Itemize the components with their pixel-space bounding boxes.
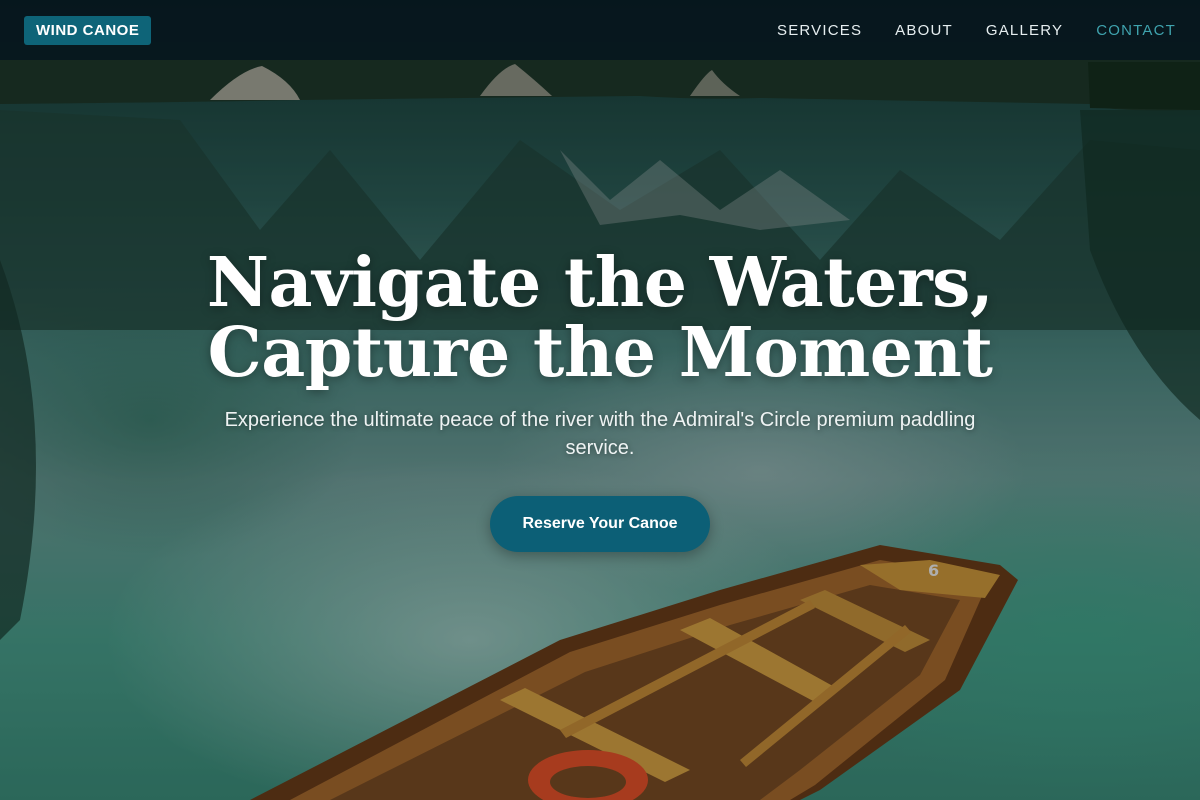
- hero-section: 6 Navigate the Waters, Capture the Momen…: [0, 0, 1200, 800]
- nav-item-contact[interactable]: CONTACT: [1096, 22, 1176, 39]
- hero-title-line-1: Navigate the Waters,: [206, 243, 994, 323]
- nav-item-gallery[interactable]: GALLERY: [986, 22, 1063, 39]
- brand-logo[interactable]: WIND CANOE: [24, 15, 152, 45]
- nav-item-about[interactable]: ABOUT: [895, 22, 953, 39]
- top-navbar: WIND CANOE SERVICES ABOUT GALLERY CONTAC…: [0, 0, 1200, 60]
- hero-subtitle: Experience the ultimate peace of the riv…: [224, 409, 976, 459]
- nav-links: SERVICES ABOUT GALLERY CONTACT: [777, 22, 1176, 39]
- hero-title-line-2: Capture the Moment: [207, 313, 993, 393]
- hero-title: Navigate the Waters, Capture the Moment: [0, 248, 1200, 388]
- reserve-canoe-button[interactable]: Reserve Your Canoe: [490, 496, 710, 552]
- nav-item-services[interactable]: SERVICES: [777, 22, 862, 39]
- hero-content: Navigate the Waters, Capture the Moment …: [0, 248, 1200, 552]
